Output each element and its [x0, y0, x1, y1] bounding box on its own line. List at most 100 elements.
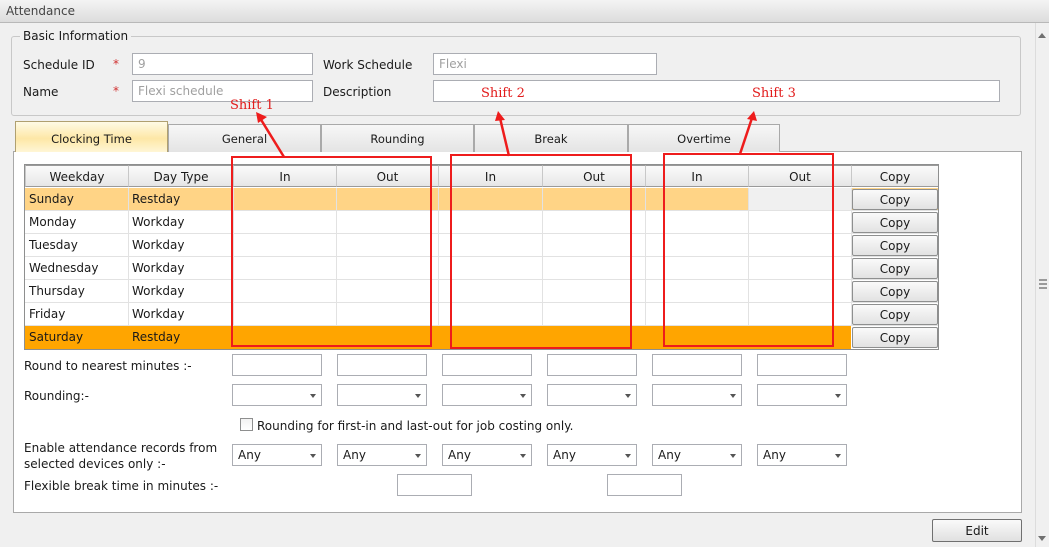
table-row[interactable]: Wednesday Workday Copy — [25, 257, 938, 280]
flexible-break-field-1[interactable] — [397, 474, 472, 496]
round-nearest-label: Round to nearest minutes :- — [24, 359, 192, 373]
tab-overtime[interactable]: Overtime — [628, 124, 780, 152]
device-selected-value: Any — [238, 448, 261, 462]
chevron-down-icon — [520, 394, 526, 398]
tab-rounding[interactable]: Rounding — [321, 124, 474, 152]
round-nearest-shift1-out[interactable] — [337, 354, 427, 376]
table-row[interactable]: Friday Workday Copy — [25, 303, 938, 326]
day-type-cell: Restday — [132, 330, 181, 344]
round-nearest-shift2-out[interactable] — [547, 354, 637, 376]
tab-break[interactable]: Break — [474, 124, 628, 152]
device-shift1-in-select[interactable]: Any — [232, 444, 322, 466]
work-schedule-field[interactable]: Flexi — [433, 53, 657, 75]
device-selected-value: Any — [553, 448, 576, 462]
round-nearest-shift3-in[interactable] — [652, 354, 742, 376]
chevron-down-icon — [415, 394, 421, 398]
column-header-shift3-in[interactable]: In — [645, 165, 748, 187]
window-title: Attendance — [6, 4, 75, 18]
tab-general[interactable]: General — [168, 124, 321, 152]
scroll-up-icon[interactable] — [1038, 33, 1046, 38]
weekday-cell: Friday — [29, 307, 66, 321]
chevron-down-icon — [730, 394, 736, 398]
rounding-shift1-out-select[interactable] — [337, 384, 427, 406]
column-header-shift2-out[interactable]: Out — [542, 165, 645, 187]
day-type-cell: Restday — [132, 192, 181, 206]
chevron-down-icon — [625, 394, 631, 398]
device-selected-value: Any — [448, 448, 471, 462]
shift3-out-cell[interactable] — [748, 188, 851, 210]
column-header-shift1-in[interactable]: In — [233, 165, 336, 187]
vertical-scrollbar[interactable] — [1035, 23, 1049, 547]
window-title-bar: Attendance — [0, 0, 1049, 23]
schedule-id-label: Schedule ID — [23, 58, 95, 72]
copy-button[interactable]: Copy — [852, 281, 938, 302]
device-shift3-out-select[interactable]: Any — [757, 444, 847, 466]
rounding-shift2-out-select[interactable] — [547, 384, 637, 406]
copy-button[interactable]: Copy — [852, 189, 938, 210]
table-row[interactable]: Monday Workday Copy — [25, 211, 938, 234]
column-header-weekday[interactable]: Weekday — [25, 165, 128, 187]
day-type-cell: Workday — [132, 238, 185, 252]
device-selected-value: Any — [343, 448, 366, 462]
scroll-grip-icon[interactable] — [1039, 279, 1047, 289]
chevron-down-icon — [520, 454, 526, 458]
day-type-cell: Workday — [132, 307, 185, 321]
enable-devices-label-line2: selected devices only :- — [24, 457, 166, 471]
rounding-shift3-in-select[interactable] — [652, 384, 742, 406]
schedule-id-required-mark: * — [113, 57, 119, 71]
day-type-cell: Workday — [132, 284, 185, 298]
rounding-shift1-in-select[interactable] — [232, 384, 322, 406]
round-nearest-shift1-in[interactable] — [232, 354, 322, 376]
chevron-down-icon — [310, 454, 316, 458]
column-header-day-type[interactable]: Day Type — [128, 165, 233, 187]
work-schedule-label: Work Schedule — [323, 58, 413, 72]
copy-button[interactable]: Copy — [852, 258, 938, 279]
name-field[interactable]: Flexi schedule — [132, 80, 313, 102]
basic-information-legend: Basic Information — [23, 29, 129, 43]
device-selected-value: Any — [658, 448, 681, 462]
rounding-shift3-out-select[interactable] — [757, 384, 847, 406]
device-selected-value: Any — [763, 448, 786, 462]
table-row[interactable]: Saturday Restday Copy — [25, 326, 938, 349]
flexible-break-field-2[interactable] — [607, 474, 682, 496]
chevron-down-icon — [415, 454, 421, 458]
weekday-cell: Wednesday — [29, 261, 99, 275]
description-label: Description — [323, 85, 392, 99]
device-shift2-in-select[interactable]: Any — [442, 444, 532, 466]
chevron-down-icon — [835, 394, 841, 398]
weekday-cell: Saturday — [29, 330, 84, 344]
column-header-copy[interactable]: Copy — [851, 165, 938, 187]
column-header-shift1-out[interactable]: Out — [336, 165, 438, 187]
device-shift3-in-select[interactable]: Any — [652, 444, 742, 466]
table-row[interactable]: Sunday Restday Copy — [25, 188, 938, 211]
rounding-shift2-in-select[interactable] — [442, 384, 532, 406]
round-nearest-shift3-out[interactable] — [757, 354, 847, 376]
schedule-id-field[interactable]: 9 — [132, 53, 313, 75]
table-row[interactable]: Tuesday Workday Copy — [25, 234, 938, 257]
weekday-cell: Monday — [29, 215, 77, 229]
device-shift2-out-select[interactable]: Any — [547, 444, 637, 466]
weekday-cell: Sunday — [29, 192, 74, 206]
copy-button[interactable]: Copy — [852, 212, 938, 233]
first-in-last-out-checkbox[interactable] — [240, 418, 253, 431]
shift2-annotation-label: Shift 2 — [481, 86, 525, 101]
tab-clocking-time[interactable]: Clocking Time — [15, 121, 168, 152]
name-label: Name — [23, 85, 59, 99]
day-type-cell: Workday — [132, 261, 185, 275]
column-header-shift2-in[interactable]: In — [438, 165, 542, 187]
shift1-annotation-label: Shift 1 — [230, 98, 274, 113]
copy-button[interactable]: Copy — [852, 235, 938, 256]
day-type-cell: Workday — [132, 215, 185, 229]
scroll-down-icon[interactable] — [1038, 536, 1046, 541]
table-row[interactable]: Thursday Workday Copy — [25, 280, 938, 303]
shift3-annotation-label: Shift 3 — [752, 86, 796, 101]
column-header-shift3-out[interactable]: Out — [748, 165, 851, 187]
first-in-last-out-label[interactable]: Rounding for first-in and last-out for j… — [257, 419, 573, 433]
device-shift1-out-select[interactable]: Any — [337, 444, 427, 466]
chevron-down-icon — [835, 454, 841, 458]
flexible-break-label: Flexible break time in minutes :- — [24, 479, 219, 493]
edit-button[interactable]: Edit — [932, 519, 1022, 542]
copy-button[interactable]: Copy — [852, 327, 938, 348]
round-nearest-shift2-in[interactable] — [442, 354, 532, 376]
copy-button[interactable]: Copy — [852, 304, 938, 325]
